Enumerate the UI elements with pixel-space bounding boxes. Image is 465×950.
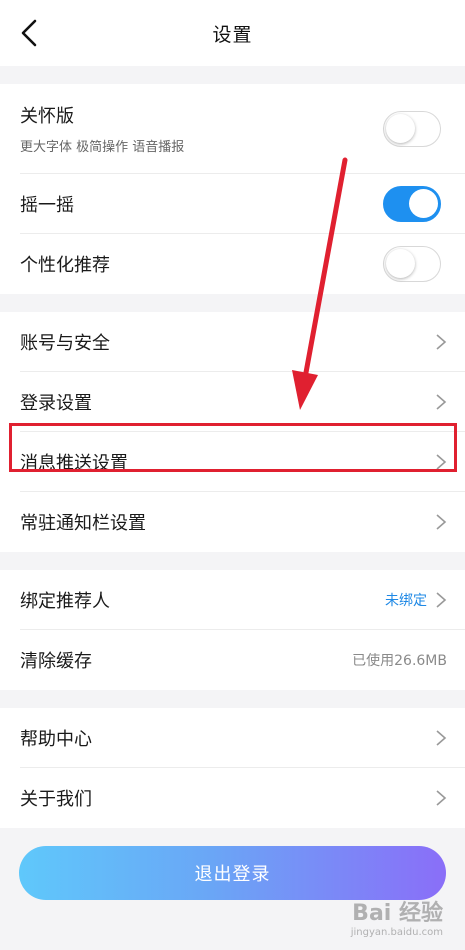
bind-referrer-label: 绑定推荐人 (20, 590, 110, 612)
chevron-right-icon (436, 591, 447, 608)
section-settings: 账号与安全 登录设置 消息推送设置 常驻通知栏设置 (0, 312, 465, 552)
toggle-knob (386, 113, 415, 143)
chevron-right-icon (436, 514, 447, 530)
notification-bar-label: 常驻通知栏设置 (20, 513, 146, 534)
care-mode-subtitle: 更大字体 极简操作 语音播报 (20, 140, 185, 155)
chevron-right-icon (436, 393, 447, 410)
help-center-label: 帮助中心 (20, 728, 92, 750)
section-misc: 绑定推荐人 未绑定 清除缓存 已使用26.6MB (0, 570, 465, 690)
account-security-label: 账号与安全 (20, 332, 110, 354)
toggle-knob (386, 249, 415, 278)
care-mode-label: 关怀版 (20, 106, 74, 127)
row-push-settings[interactable]: 消息推送设置 (20, 432, 465, 492)
row-about-us[interactable]: 关于我们 (20, 768, 465, 828)
watermark-url: jingyan.baidu.com (350, 927, 443, 938)
watermark-logo: Bai 经验 (352, 901, 443, 926)
chevron-right-icon (436, 729, 447, 746)
shake-toggle[interactable] (383, 185, 441, 222)
chevron-right-icon (436, 333, 447, 350)
referrer-status: 未绑定 (385, 592, 427, 609)
row-help-center[interactable]: 帮助中心 (20, 708, 465, 768)
row-care-mode: 关怀版 更大字体 极简操作 语音播报 (20, 84, 465, 174)
row-bind-referrer[interactable]: 绑定推荐人 未绑定 (20, 570, 465, 630)
chevron-right-icon (436, 790, 447, 806)
row-clear-cache[interactable]: 清除缓存 已使用26.6MB (20, 630, 465, 690)
toggle-knob (409, 188, 438, 218)
clear-cache-label: 清除缓存 (20, 651, 92, 672)
row-shake: 摇一摇 (20, 174, 465, 234)
personalized-toggle[interactable] (383, 246, 441, 282)
care-mode-toggle[interactable] (383, 110, 441, 147)
section-about: 帮助中心 关于我们 (0, 708, 465, 828)
push-settings-label: 消息推送设置 (20, 452, 128, 474)
referrer-right: 未绑定 (385, 590, 447, 610)
header-bar: 设置 (0, 0, 465, 66)
row-notification-bar[interactable]: 常驻通知栏设置 (20, 492, 465, 552)
watermark: Bai 经验 jingyan.baidu.com (351, 895, 443, 938)
row-personalized: 个性化推荐 (20, 234, 465, 294)
about-us-label: 关于我们 (20, 789, 92, 810)
chevron-left-icon (21, 19, 37, 47)
page-title: 设置 (212, 23, 253, 46)
logout-button[interactable]: 退出登录 (19, 846, 446, 900)
section-preferences: 关怀版 更大字体 极简操作 语音播报 摇一摇 个性化推荐 (0, 84, 465, 294)
cache-size: 已使用26.6MB (352, 653, 447, 669)
row-login-settings[interactable]: 登录设置 (20, 372, 465, 432)
logout-area: 退出登录 (0, 828, 465, 900)
login-settings-label: 登录设置 (20, 392, 92, 414)
row-account-security[interactable]: 账号与安全 (20, 312, 465, 372)
back-button[interactable] (14, 16, 44, 50)
chevron-right-icon (436, 453, 447, 470)
